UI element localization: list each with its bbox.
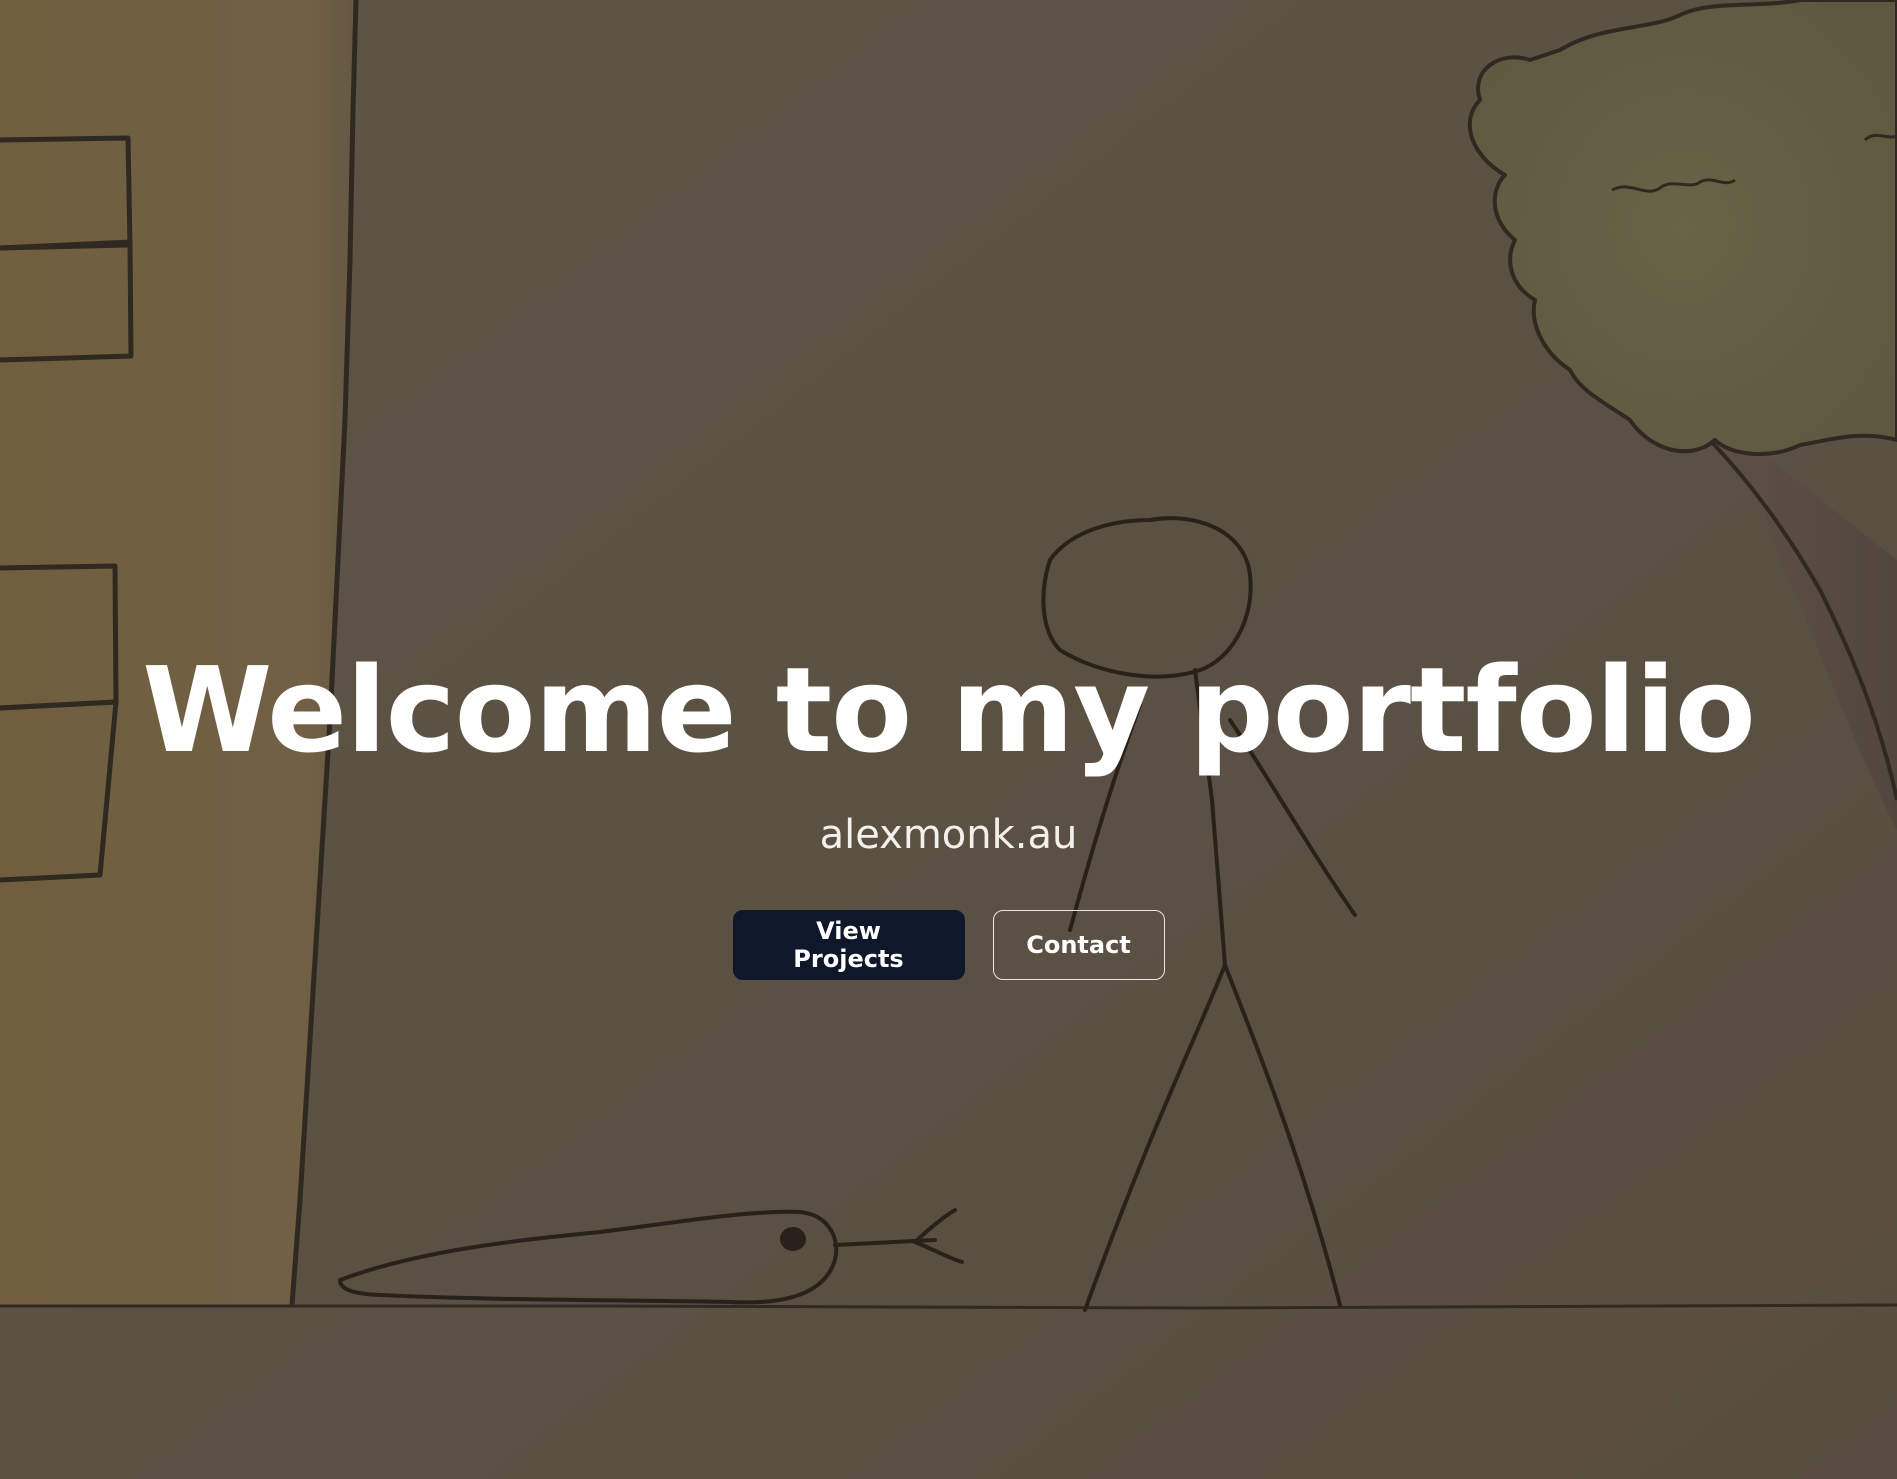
hero-content: Welcome to my portfolio alexmonk.au View… [0,640,1897,980]
view-projects-button[interactable]: View Projects [732,910,965,980]
hero-subtitle: alexmonk.au [819,812,1078,858]
contact-button[interactable]: Contact [992,910,1165,980]
hero-actions: View Projects Contact [0,910,1897,980]
hero-title: Welcome to my portfolio [142,641,1756,779]
hero-section: Welcome to my portfolio alexmonk.au View… [0,0,1897,1479]
